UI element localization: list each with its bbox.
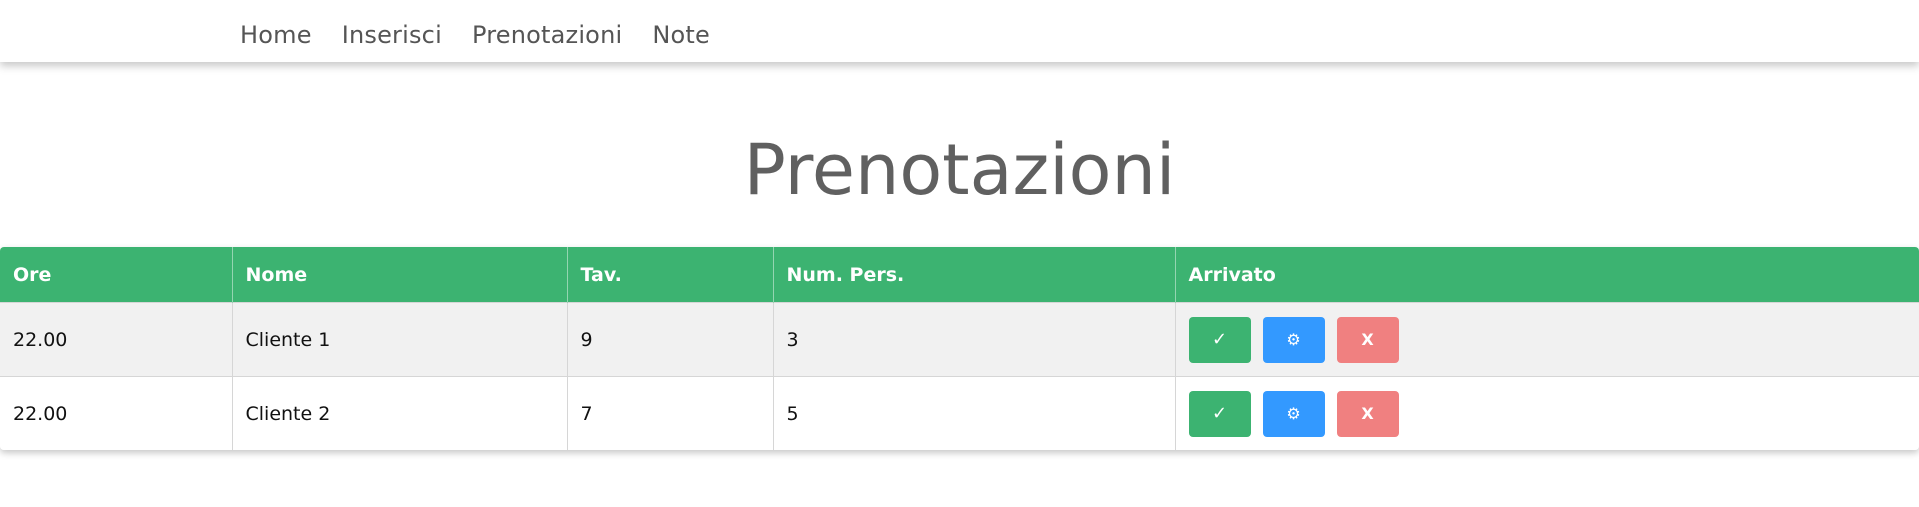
navbar: Home Inserisci Prenotazioni Note [0,0,1919,62]
cell-persone: 3 [773,302,1176,377]
reservations-table-container: Ore Nome Tav. Num. Pers. Arrivato 22.00 … [0,247,1919,450]
edit-button[interactable]: ⚙ [1262,390,1325,437]
delete-button[interactable]: X [1336,390,1399,437]
row-actions: ✓ ⚙ X [1188,390,1919,437]
confirm-arrival-button[interactable]: ✓ [1188,390,1251,437]
nav-link-home[interactable]: Home [240,17,312,53]
confirm-arrival-button[interactable]: ✓ [1188,316,1251,363]
close-icon: X [1361,404,1374,423]
nav-link-inserisci[interactable]: Inserisci [342,17,442,53]
nav-link-prenotazioni[interactable]: Prenotazioni [472,17,622,53]
column-header-ore: Ore [0,247,233,303]
column-header-persone: Num. Pers. [773,247,1176,303]
nav-links: Home Inserisci Prenotazioni Note [240,17,710,53]
check-icon: ✓ [1211,403,1228,424]
table-header-row: Ore Nome Tav. Num. Pers. Arrivato [0,247,1919,303]
page-title: Prenotazioni [743,129,1176,211]
gear-icon: ⚙ [1286,404,1301,423]
reservations-table: Ore Nome Tav. Num. Pers. Arrivato 22.00 … [0,247,1919,450]
row-actions: ✓ ⚙ X [1188,316,1919,363]
column-header-nome: Nome [232,247,568,303]
cell-ore: 22.00 [0,302,233,377]
table-row: 22.00 Cliente 2 7 5 ✓ ⚙ X [0,376,1919,450]
cell-nome: Cliente 1 [232,302,568,377]
cell-persone: 5 [773,376,1176,450]
table-row: 22.00 Cliente 1 9 3 ✓ ⚙ X [0,302,1919,377]
cell-ore: 22.00 [0,376,233,450]
cell-tavolo: 9 [567,302,774,377]
nav-link-note[interactable]: Note [652,17,710,53]
close-icon: X [1361,330,1374,349]
delete-button[interactable]: X [1336,316,1399,363]
column-header-arrivato: Arrivato [1175,247,1919,303]
cell-tavolo: 7 [567,376,774,450]
cell-actions: ✓ ⚙ X [1175,376,1919,450]
gear-icon: ⚙ [1286,330,1301,349]
check-icon: ✓ [1211,329,1228,350]
edit-button[interactable]: ⚙ [1262,316,1325,363]
column-header-tavolo: Tav. [567,247,774,303]
cell-nome: Cliente 2 [232,376,568,450]
cell-actions: ✓ ⚙ X [1175,302,1919,377]
